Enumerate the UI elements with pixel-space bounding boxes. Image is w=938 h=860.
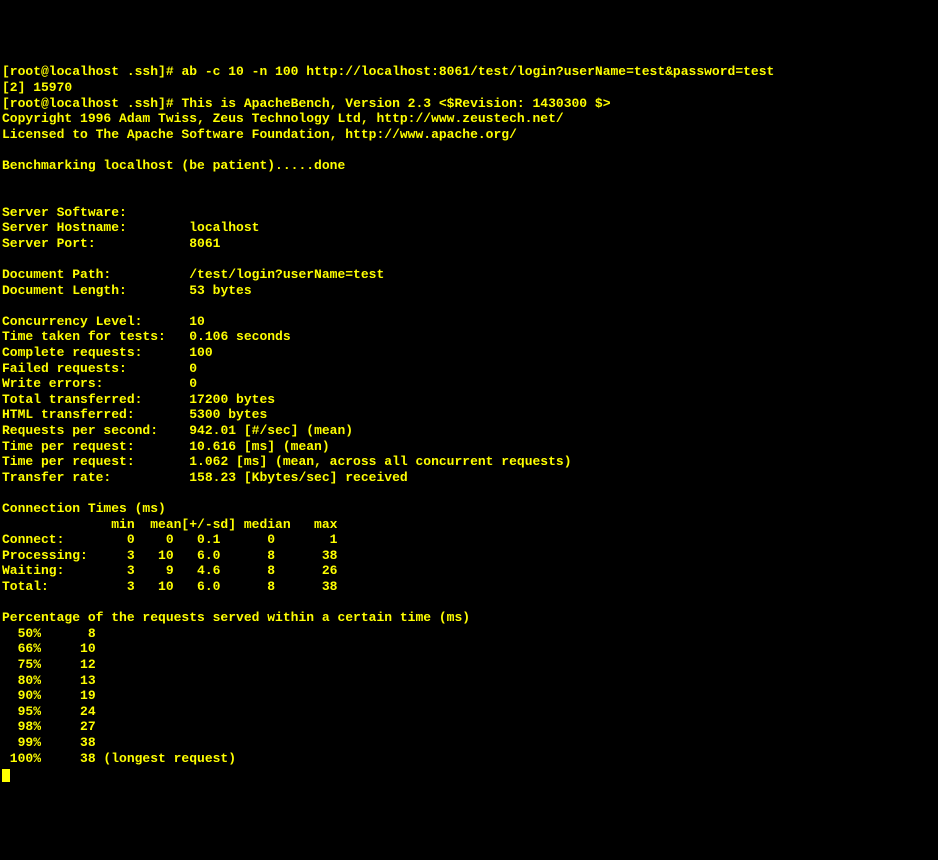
percentile-100: 100% 38 (longest request) bbox=[2, 751, 236, 766]
percentile-90: 90% 19 bbox=[2, 688, 96, 703]
connection-processing-row: Processing: 3 10 6.0 8 38 bbox=[2, 548, 337, 563]
ab-header-version: This is ApacheBench, Version 2.3 <$Revis… bbox=[181, 96, 610, 111]
server-hostname-label: Server Hostname: bbox=[2, 220, 127, 235]
percentile-75: 75% 12 bbox=[2, 657, 96, 672]
complete-requests-value: 100 bbox=[189, 345, 212, 360]
server-port-value: 8061 bbox=[189, 236, 220, 251]
document-length-value: 53 bytes bbox=[189, 283, 251, 298]
connection-waiting-row: Waiting: 3 9 4.6 8 26 bbox=[2, 563, 337, 578]
total-transferred-value: 17200 bytes bbox=[189, 392, 275, 407]
total-transferred-label: Total transferred: bbox=[2, 392, 142, 407]
rps-label: Requests per second: bbox=[2, 423, 158, 438]
concurrency-level-label: Concurrency Level: bbox=[2, 314, 142, 329]
document-length-label: Document Length: bbox=[2, 283, 127, 298]
connection-connect-row: Connect: 0 0 0.1 0 1 bbox=[2, 532, 337, 547]
cursor-icon bbox=[2, 769, 10, 782]
rps-value: 942.01 [#/sec] (mean) bbox=[189, 423, 353, 438]
complete-requests-label: Complete requests: bbox=[2, 345, 142, 360]
transfer-rate-label: Transfer rate: bbox=[2, 470, 111, 485]
html-transferred-label: HTML transferred: bbox=[2, 407, 135, 422]
connection-total-row: Total: 3 10 6.0 8 38 bbox=[2, 579, 337, 594]
document-path-value: /test/login?userName=test bbox=[189, 267, 384, 282]
server-port-label: Server Port: bbox=[2, 236, 96, 251]
connection-times-header: Connection Times (ms) bbox=[2, 501, 166, 516]
percentile-98: 98% 27 bbox=[2, 719, 96, 734]
connection-times-columns: min mean[+/-sd] median max bbox=[2, 517, 337, 532]
failed-requests-value: 0 bbox=[189, 361, 197, 376]
server-hostname-value: localhost bbox=[189, 220, 259, 235]
terminal-output[interactable]: [root@localhost .ssh]# ab -c 10 -n 100 h… bbox=[2, 64, 936, 781]
transfer-rate-value: 158.23 [Kbytes/sec] received bbox=[189, 470, 407, 485]
tpr-concurrent-label: Time per request: bbox=[2, 454, 135, 469]
failed-requests-label: Failed requests: bbox=[2, 361, 127, 376]
write-errors-value: 0 bbox=[189, 376, 197, 391]
percentile-50: 50% 8 bbox=[2, 626, 96, 641]
concurrency-level-value: 10 bbox=[189, 314, 205, 329]
server-software-label: Server Software: bbox=[2, 205, 127, 220]
tpr-mean-value: 10.616 [ms] (mean) bbox=[189, 439, 329, 454]
tpr-mean-label: Time per request: bbox=[2, 439, 135, 454]
command-text: ab -c 10 -n 100 http://localhost:8061/te… bbox=[181, 64, 774, 79]
time-taken-value: 0.106 seconds bbox=[189, 329, 290, 344]
html-transferred-value: 5300 bytes bbox=[189, 407, 267, 422]
document-path-label: Document Path: bbox=[2, 267, 111, 282]
time-taken-label: Time taken for tests: bbox=[2, 329, 166, 344]
write-errors-label: Write errors: bbox=[2, 376, 103, 391]
ab-header-license: Licensed to The Apache Software Foundati… bbox=[2, 127, 517, 142]
ab-header-copyright: Copyright 1996 Adam Twiss, Zeus Technolo… bbox=[2, 111, 564, 126]
prompt: [root@localhost .ssh]# bbox=[2, 64, 181, 79]
prompt: [root@localhost .ssh]# bbox=[2, 96, 181, 111]
job-line: [2] 15970 bbox=[2, 80, 72, 95]
percentile-95: 95% 24 bbox=[2, 704, 96, 719]
percentile-99: 99% 38 bbox=[2, 735, 96, 750]
benchmarking-line: Benchmarking localhost (be patient).....… bbox=[2, 158, 345, 173]
percentile-66: 66% 10 bbox=[2, 641, 96, 656]
percentile-header: Percentage of the requests served within… bbox=[2, 610, 470, 625]
tpr-concurrent-value: 1.062 [ms] (mean, across all concurrent … bbox=[189, 454, 571, 469]
percentile-80: 80% 13 bbox=[2, 673, 96, 688]
